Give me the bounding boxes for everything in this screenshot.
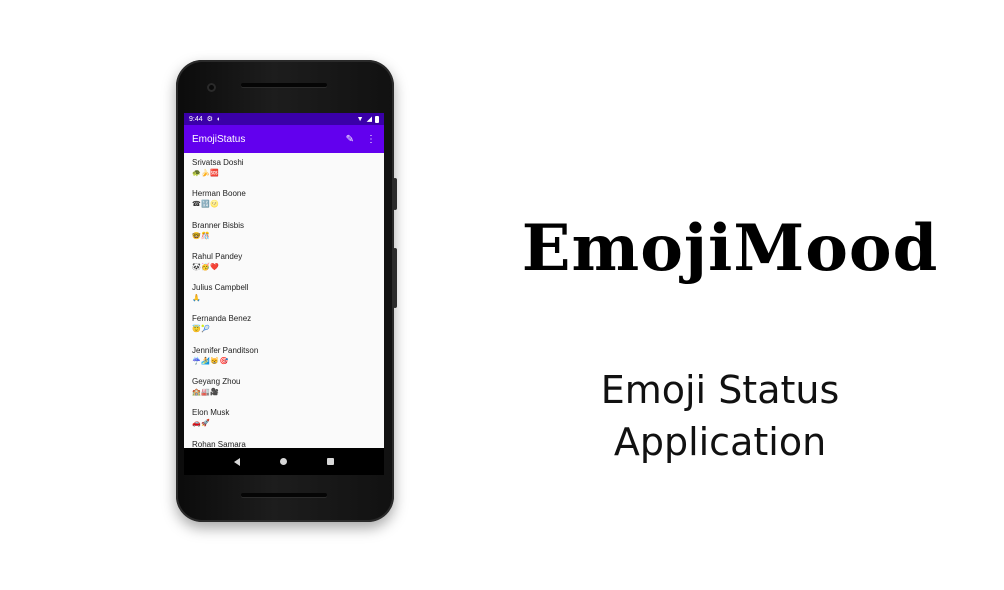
power-button: [393, 178, 397, 210]
user-status: 🚗🚀: [192, 420, 211, 428]
user-name: Fernanda Benez: [192, 314, 252, 324]
home-icon[interactable]: [280, 458, 287, 465]
gear-icon: ⚙: [206, 115, 213, 123]
battery-icon: [375, 115, 379, 123]
user-name: Geyang Zhou: [192, 377, 241, 387]
subtitle-line-2: Application: [613, 420, 827, 464]
subtitle-line-1: Emoji Status: [600, 368, 840, 412]
list-item[interactable]: Julius Campbell 🙏: [184, 282, 384, 313]
front-camera: [207, 83, 216, 92]
user-name: Branner Bisbis: [192, 220, 245, 230]
user-name: Rahul Pandey: [192, 251, 243, 261]
sync-icon: ◐: [216, 115, 222, 123]
user-name: Srivatsa Doshi: [192, 158, 244, 167]
user-status: 🏫🏭🎥: [192, 389, 220, 397]
list-item[interactable]: Srivatsa Doshi 🐢🍌🆘: [184, 157, 384, 188]
list-item[interactable]: Branner Bisbis 🤓🎊: [184, 220, 384, 251]
status-time: 9:44: [189, 115, 203, 123]
list-item[interactable]: Herman Boone ☎🔢🌝: [184, 188, 384, 219]
volume-button: [393, 248, 397, 308]
list-item[interactable]: Fernanda Benez 😇🎾: [184, 313, 384, 344]
user-status: 🐼🥳❤️: [192, 263, 220, 271]
status-bar: 9:44 ⚙ ◐ ▼ ◢: [184, 113, 384, 125]
user-status: 😇🎾: [192, 326, 211, 334]
recents-icon[interactable]: [327, 458, 334, 465]
subtitle: Emoji Status Application: [540, 364, 900, 468]
top-speaker: [241, 83, 327, 87]
app-bar: EmojiStatus ✎ ⋮: [184, 125, 384, 153]
user-name: Rohan Samara: [192, 439, 246, 448]
user-status: 🙏: [192, 295, 202, 303]
list-item[interactable]: Rahul Pandey 🐼🥳❤️: [184, 251, 384, 282]
headline-title: EmojiMood: [521, 211, 939, 286]
user-name: Julius Campbell: [192, 283, 249, 293]
user-status: ☔🏄😸🎯: [192, 357, 229, 365]
signal-icon: ◢: [366, 115, 372, 123]
pencil-icon[interactable]: ✎: [346, 134, 354, 145]
list-item[interactable]: Rohan Samara: [184, 439, 384, 448]
app-title: EmojiStatus: [192, 133, 246, 145]
more-vert-icon[interactable]: ⋮: [366, 134, 376, 145]
user-name: Elon Musk: [192, 408, 230, 418]
user-name: Jennifer Panditson: [192, 345, 259, 355]
user-status: 🤓🎊: [192, 232, 211, 240]
list-item[interactable]: Geyang Zhou 🏫🏭🎥: [184, 376, 384, 407]
list-item[interactable]: Jennifer Panditson ☔🏄😸🎯: [184, 345, 384, 376]
back-icon[interactable]: [234, 457, 240, 466]
wifi-icon: ▼: [356, 115, 364, 123]
list-item[interactable]: Elon Musk 🚗🚀: [184, 407, 384, 438]
phone-screen: 9:44 ⚙ ◐ ▼ ◢ EmojiStatus ✎ ⋮ Srivatsa Do…: [184, 113, 384, 475]
user-list[interactable]: Srivatsa Doshi 🐢🍌🆘 Herman Boone ☎🔢🌝 Bran…: [184, 153, 384, 448]
user-status: 🐢🍌🆘: [192, 170, 220, 177]
user-name: Herman Boone: [192, 189, 246, 199]
user-status: ☎🔢🌝: [192, 201, 220, 209]
nav-bar: [184, 448, 384, 475]
bottom-speaker: [241, 493, 327, 497]
